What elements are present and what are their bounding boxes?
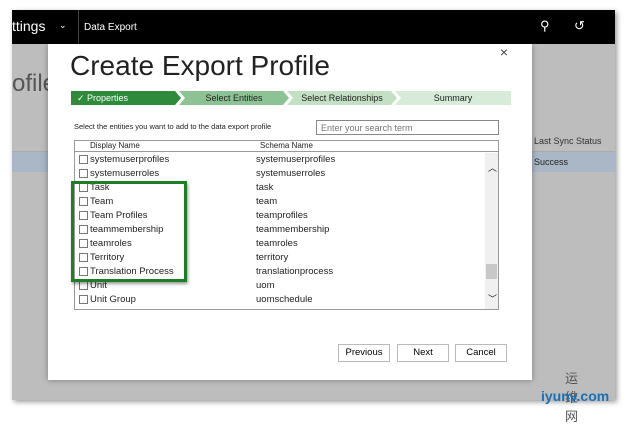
scrollbar-thumb[interactable] [486,264,497,279]
schema-name: team [256,196,278,207]
divider [78,10,79,44]
step-select-entities[interactable]: Select Entities [179,91,289,105]
schema-name: territory [256,252,289,263]
column-display-name[interactable]: Display Name [90,141,140,150]
chevron-down-icon[interactable]: ⌄ [59,20,67,31]
chevron-up-icon[interactable]: ︿ [488,161,497,174]
chevron-down-icon[interactable]: ﹀ [488,292,497,305]
step-select-relationships[interactable]: Select Relationships [287,91,397,105]
wizard-steps: ✓ Properties Select Entities Select Rela… [71,91,511,105]
highlight-box [71,181,187,282]
top-nav-bar: ttings ⌄ Data Export ⚲ ↺ [12,10,615,44]
dialog-title: Create Export Profile [70,50,330,81]
checkbox[interactable] [79,155,88,164]
breadcrumb[interactable]: Data Export [84,22,137,33]
display-name: Unit Group [90,294,136,305]
next-button[interactable]: Next [397,344,449,362]
search-icon[interactable]: ⚲ [540,18,550,34]
column-schema-name[interactable]: Schema Name [260,141,313,150]
step-summary[interactable]: Summary [395,91,511,105]
cancel-button[interactable]: Cancel [455,344,507,362]
list-item[interactable]: systemuserroles systemuserroles [75,167,485,181]
schema-name: uom [256,280,275,291]
checkbox[interactable] [79,169,88,178]
app-name[interactable]: ttings [12,18,45,34]
display-name: systemuserprofiles [90,154,170,165]
previous-button[interactable]: Previous [338,344,390,362]
schema-name: systemuserroles [256,168,326,179]
schema-name: systemuserprofiles [256,154,336,165]
history-icon[interactable]: ↺ [574,18,585,34]
column-last-sync-status[interactable]: Last Sync Status [534,136,602,146]
close-icon[interactable]: × [500,44,508,60]
display-name: systemuserroles [90,168,160,179]
sync-status: Success [534,157,569,167]
grid-header: Display Name Schema Name [75,141,498,152]
search-input[interactable] [316,120,499,135]
instruction-text: Select the entities you want to add to t… [74,122,272,131]
step-properties[interactable]: ✓ Properties [71,91,181,105]
schema-name: teamprofiles [256,210,308,221]
schema-name: teammembership [256,224,330,235]
checkbox[interactable] [79,281,88,290]
scrollbar[interactable]: ︿ ﹀ [485,153,498,309]
schema-name: task [256,182,274,193]
schema-name: teamroles [256,238,298,249]
list-item[interactable]: Unit Group uomschedule [75,293,485,307]
list-item[interactable]: systemuserprofiles systemuserprofiles [75,153,485,167]
checkbox[interactable] [79,295,88,304]
schema-name: uomschedule [256,294,313,305]
schema-name: translationprocess [256,266,334,277]
